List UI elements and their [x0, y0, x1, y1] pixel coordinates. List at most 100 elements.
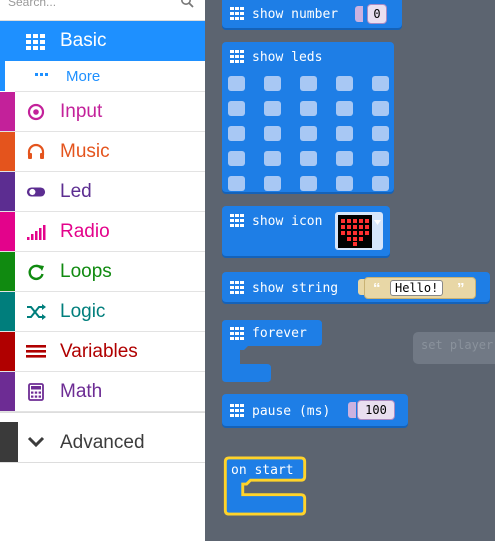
- refresh-icon: [28, 264, 44, 281]
- toolbox: Basic More Input Music Led Radio Loops L: [0, 0, 205, 541]
- led-cell[interactable]: [228, 151, 245, 166]
- category-stripe: [0, 92, 15, 131]
- category-label: Basic: [60, 30, 107, 51]
- led-cell[interactable]: [228, 176, 245, 191]
- ghost-block[interactable]: set player: [413, 332, 495, 364]
- category-label: Math: [60, 381, 103, 402]
- category-stripe: [0, 372, 15, 411]
- led-cell[interactable]: [300, 76, 317, 91]
- led-cell[interactable]: [372, 76, 389, 91]
- led-cell[interactable]: [228, 101, 245, 116]
- led-cell[interactable]: [336, 101, 353, 116]
- category-music[interactable]: Music: [0, 132, 205, 172]
- category-label: Advanced: [60, 432, 145, 453]
- block-label: pause (ms): [252, 403, 331, 419]
- signal-bars-icon: [27, 225, 46, 240]
- led-cell[interactable]: [336, 176, 353, 191]
- led-cell[interactable]: [264, 176, 281, 191]
- category-basic[interactable]: Basic: [0, 21, 205, 61]
- block-label: show number: [252, 6, 339, 22]
- search-bar: [0, 0, 205, 21]
- search-icon[interactable]: [180, 0, 194, 8]
- show-number-block[interactable]: show number 0: [222, 0, 402, 28]
- show-string-block[interactable]: show string “ Hello! ”: [222, 272, 490, 302]
- forever-header: forever: [230, 326, 307, 341]
- show-icon-block[interactable]: show icon: [222, 206, 390, 256]
- grid-icon: [230, 404, 244, 417]
- string-value[interactable]: Hello!: [390, 280, 444, 296]
- grid-icon: [230, 281, 244, 294]
- category-led[interactable]: Led: [0, 172, 205, 212]
- category-advanced[interactable]: Advanced: [0, 422, 205, 463]
- led-cell[interactable]: [372, 101, 389, 116]
- led-cell[interactable]: [336, 126, 353, 141]
- category-radio[interactable]: Radio: [0, 212, 205, 252]
- input-connector: [355, 6, 363, 22]
- led-cell[interactable]: [300, 126, 317, 141]
- category-label: Input: [60, 101, 103, 122]
- category-label: Variables: [60, 341, 138, 362]
- led-cell[interactable]: [336, 151, 353, 166]
- target-icon: [27, 103, 45, 121]
- close-quote-icon: ”: [457, 280, 465, 297]
- block-label: forever: [252, 326, 307, 341]
- led-cell[interactable]: [300, 176, 317, 191]
- icon-dropdown[interactable]: [335, 212, 383, 250]
- string-input[interactable]: “ Hello! ”: [364, 277, 476, 299]
- category-variables[interactable]: Variables: [0, 332, 205, 372]
- category-label: Loops: [60, 261, 112, 282]
- ghost-block-label: set player: [421, 338, 494, 352]
- category-label: Led: [60, 181, 92, 202]
- grid-icon: [230, 326, 244, 340]
- led-cell[interactable]: [228, 126, 245, 141]
- led-cell[interactable]: [300, 151, 317, 166]
- led-cell[interactable]: [372, 176, 389, 191]
- calculator-icon: [28, 383, 44, 401]
- category-logic[interactable]: Logic: [0, 292, 205, 332]
- category-label: Music: [60, 141, 110, 162]
- search-input[interactable]: [8, 0, 178, 10]
- show-leds-block[interactable]: show leds: [222, 42, 394, 192]
- category-math[interactable]: Math: [0, 372, 205, 412]
- category-stripe: [0, 61, 5, 91]
- number-input[interactable]: 0: [367, 4, 387, 24]
- led-cell[interactable]: [264, 76, 281, 91]
- led-cell[interactable]: [228, 76, 245, 91]
- block-label: show icon: [252, 213, 323, 229]
- led-cell[interactable]: [336, 76, 353, 91]
- number-input[interactable]: 100: [357, 400, 395, 420]
- led-cell[interactable]: [300, 101, 317, 116]
- block-label: show leds: [252, 49, 323, 65]
- category-stripe: [0, 292, 15, 331]
- category-loops[interactable]: Loops: [0, 252, 205, 292]
- led-cell[interactable]: [372, 126, 389, 141]
- led-cell[interactable]: [264, 126, 281, 141]
- grid-icon: [230, 7, 244, 20]
- workspace[interactable]: set player show number 0 show leds show …: [205, 0, 495, 541]
- led-cell[interactable]: [372, 151, 389, 166]
- heart-led-icon: [338, 215, 372, 248]
- category-stripe: [0, 132, 15, 171]
- category-stripe: [0, 172, 15, 211]
- category-stripe: [0, 212, 15, 251]
- category-input[interactable]: Input: [0, 92, 205, 132]
- block-label: show string: [252, 280, 339, 296]
- headphones-icon: [27, 143, 45, 159]
- category-label: More: [66, 68, 101, 85]
- category-stripe: [0, 21, 15, 61]
- dots-icon: [35, 73, 48, 76]
- category-more[interactable]: More: [0, 61, 205, 92]
- category-stripe: [0, 332, 15, 371]
- shuffle-icon: [27, 304, 46, 320]
- list-lines-icon: [26, 345, 46, 358]
- input-connector: [348, 402, 356, 418]
- led-cell[interactable]: [264, 151, 281, 166]
- category-stripe: [0, 422, 18, 462]
- chevron-down-icon: [27, 436, 45, 448]
- grid-icon: [230, 214, 244, 227]
- caret-down-icon: [374, 220, 381, 225]
- pause-block[interactable]: pause (ms) 100: [222, 394, 408, 426]
- category-label: Radio: [60, 221, 110, 242]
- led-cell[interactable]: [264, 101, 281, 116]
- open-quote-icon: “: [373, 280, 381, 297]
